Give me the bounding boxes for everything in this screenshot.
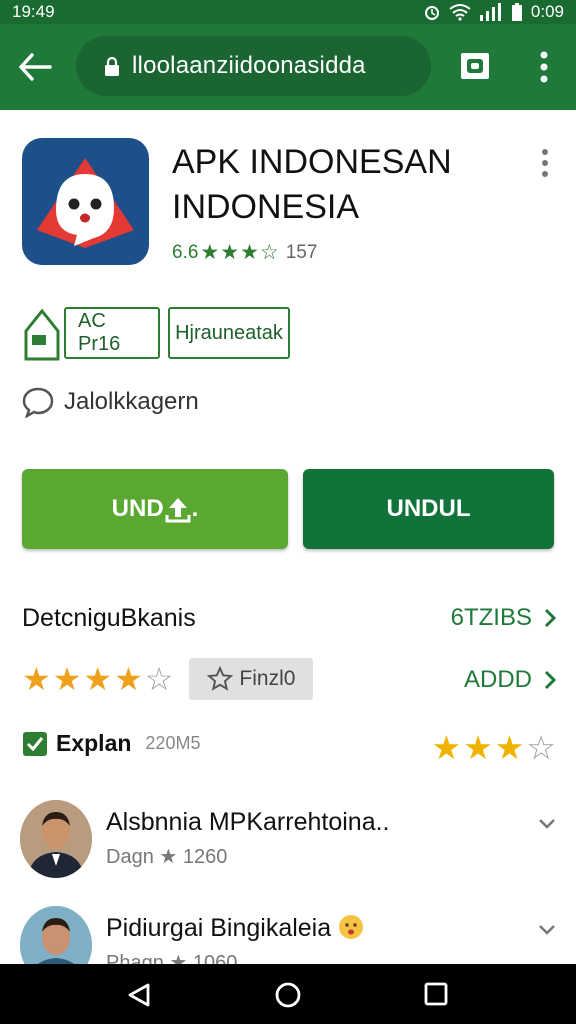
signal-icon — [479, 3, 501, 21]
verified-badge-icon — [23, 731, 47, 756]
rating-value: 6.6 — [172, 241, 199, 263]
status-icons: 0:09 — [423, 2, 564, 22]
overflow-menu-icon[interactable] — [536, 50, 552, 84]
chevron-right-icon — [544, 608, 556, 628]
tab-switcher-icon[interactable] — [459, 51, 491, 81]
ghost-logo-icon — [37, 158, 134, 248]
status-bar: 19:49 0:09 — [0, 0, 576, 24]
app-rating: 6.6 ★★★☆ 157 — [172, 240, 317, 265]
emoji-icon — [339, 915, 364, 939]
nav-back-icon[interactable] — [126, 982, 152, 1008]
url-text[interactable]: lloolaanziidoonasidda — [132, 52, 366, 80]
content-rating-badge[interactable]: AC Pr16 — [64, 307, 160, 359]
review-name: Pidiurgai Bingikaleia — [106, 914, 364, 943]
install-label-suffix: . — [191, 495, 199, 522]
find-button[interactable]: Finzl0 — [189, 658, 314, 700]
browser-toolbar: lloolaanziidoonasidda — [0, 24, 576, 110]
chat-bubble-icon — [22, 387, 54, 418]
rate-link-label: ADDD — [463, 666, 532, 693]
section-title: DetcniguBkanis — [22, 604, 196, 632]
status-time: 19:49 — [12, 2, 55, 21]
app-icon[interactable] — [22, 138, 149, 265]
back-arrow-icon[interactable] — [18, 52, 52, 82]
user-rating-stars[interactable]: ★★★★☆ — [22, 660, 175, 698]
download-label: UNDUL — [386, 495, 471, 522]
rating-stars: ★★★☆ — [200, 241, 280, 264]
category-badge[interactable]: Hjrauneatak — [168, 307, 290, 359]
explain-label: Explan — [56, 730, 132, 756]
review-name: Alsbnnia MPKarrehtoina.. — [106, 808, 390, 836]
note-text: Jalolkkagern — [64, 388, 199, 415]
status-clock-right: 0:09 — [530, 2, 564, 21]
battery-icon — [511, 3, 522, 21]
lock-icon — [105, 56, 119, 76]
download-button[interactable]: UNDUL — [303, 469, 554, 549]
home-badge-icon — [24, 308, 60, 361]
wifi-icon — [449, 4, 471, 21]
section-link-label: 6TZIBS — [450, 604, 532, 631]
badge-row: AC Pr16 Hjrauneatak — [22, 305, 290, 361]
review-meta: Dagn ★ 1260 — [106, 846, 228, 868]
more-options-icon[interactable] — [538, 148, 552, 178]
system-nav-bar — [0, 964, 576, 1024]
explain-row[interactable]: Explan 220M5 — [22, 730, 200, 757]
url-bar[interactable]: lloolaanziidoonasidda — [76, 36, 431, 96]
chevron-down-icon[interactable] — [538, 818, 556, 830]
upload-icon — [165, 498, 191, 523]
nav-recents-icon[interactable] — [424, 982, 448, 1006]
review-item[interactable]: Alsbnnia MPKarrehtoina.. Dagn ★ 1260 — [20, 800, 556, 880]
star-outline-icon — [207, 666, 234, 691]
explain-stars: ★★★☆ — [431, 729, 558, 766]
chevron-down-icon[interactable] — [538, 924, 556, 936]
section-more-link[interactable]: 6TZIBS — [451, 604, 556, 632]
contains-note: Jalolkkagern — [22, 386, 199, 418]
avatar — [20, 800, 92, 878]
app-title: APK INDONESAN INDONESIA — [172, 143, 452, 226]
install-label: UND — [111, 495, 164, 522]
rate-more-link[interactable]: ADDD — [464, 666, 556, 694]
chevron-right-icon — [544, 670, 556, 690]
nav-home-icon[interactable] — [274, 981, 302, 1009]
rate-row: ★★★★☆ Finzl0 — [22, 658, 314, 700]
rating-count: 157 — [285, 241, 318, 263]
find-label: Finzl0 — [239, 667, 296, 690]
install-button[interactable]: UND . — [22, 469, 288, 549]
explain-size: 220M5 — [145, 733, 201, 753]
alarm-icon — [424, 6, 439, 20]
